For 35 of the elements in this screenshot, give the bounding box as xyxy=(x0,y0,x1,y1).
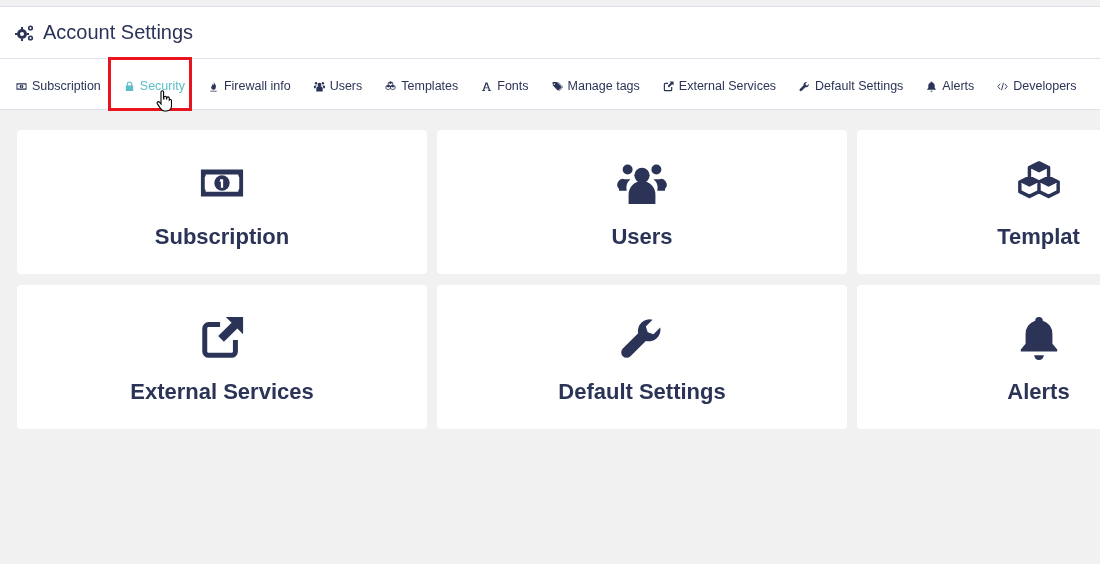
card-label: External Services xyxy=(130,379,314,405)
settings-card[interactable]: Users xyxy=(437,130,847,274)
cubes-icon xyxy=(385,80,397,92)
nav-tab[interactable]: Default Settings xyxy=(783,57,911,111)
lock-icon xyxy=(123,80,135,92)
card-label: Subscription xyxy=(154,224,290,250)
nav-tab[interactable]: Fonts xyxy=(465,57,536,111)
page-title: Account Settings xyxy=(43,21,194,44)
external-link-icon xyxy=(662,80,674,92)
settings-card[interactable]: Templat xyxy=(857,130,1100,274)
wrench-icon xyxy=(799,80,811,92)
card-label: Users xyxy=(611,224,673,250)
settings-card[interactable]: Default Settings xyxy=(437,285,847,429)
font-icon xyxy=(481,80,493,92)
card-label: Templat xyxy=(997,224,1080,250)
bell-icon xyxy=(926,80,938,92)
settings-card[interactable]: External Services xyxy=(17,285,427,429)
nav-tab[interactable]: Manage tags xyxy=(535,57,647,111)
users-icon xyxy=(313,80,325,92)
gears-icon xyxy=(15,23,35,42)
nav-tab[interactable]: Users xyxy=(297,57,370,111)
card-label: Alerts xyxy=(1007,379,1070,405)
settings-card[interactable]: Alerts xyxy=(857,285,1100,429)
nav-tab[interactable]: Templates xyxy=(369,57,466,111)
nav-tab[interactable]: External Services xyxy=(646,57,784,111)
nav-tab[interactable]: Subscription xyxy=(0,57,108,111)
nav-tab[interactable]: Alerts xyxy=(910,57,982,111)
tags-icon xyxy=(551,80,563,92)
flame-icon xyxy=(207,80,219,92)
nav-tab[interactable]: Developers xyxy=(981,57,1084,111)
settings-card[interactable]: Subscription xyxy=(17,130,427,274)
card-label: Default Settings xyxy=(558,379,726,405)
code-icon xyxy=(997,80,1009,92)
nav-tab[interactable]: Firewall info xyxy=(191,57,298,111)
banknote-icon xyxy=(16,80,27,92)
